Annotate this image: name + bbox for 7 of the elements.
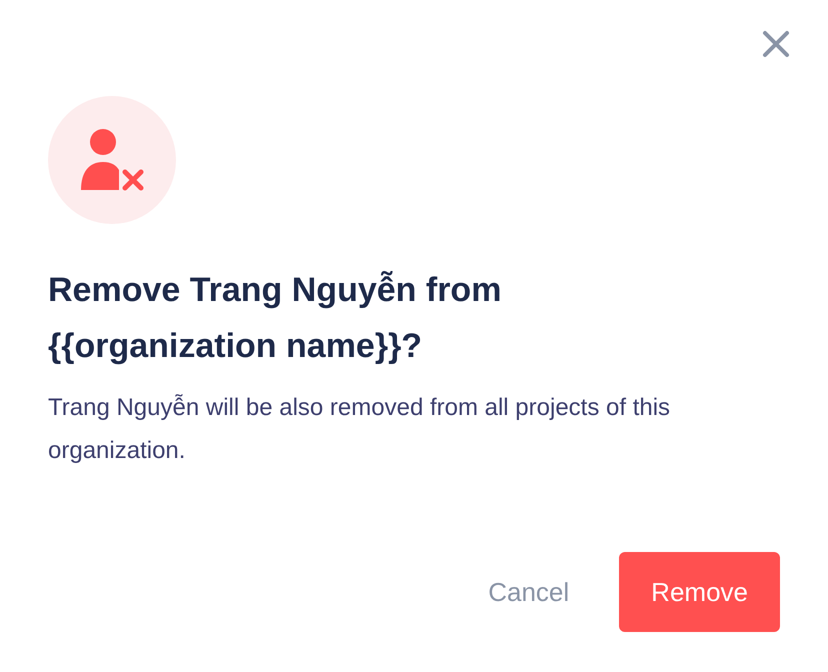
- dialog-message: Trang Nguyễn will be also removed from all projects of this organization.: [48, 393, 672, 466]
- dialog-title: Remove Trang Nguyễn from {{organization name}}?: [48, 270, 502, 367]
- cancel-button[interactable]: Cancel: [488, 572, 570, 612]
- remove-button[interactable]: Remove: [619, 552, 780, 632]
- close-icon: [762, 30, 790, 58]
- close-button[interactable]: [760, 28, 792, 60]
- user-remove-icon: [79, 128, 145, 192]
